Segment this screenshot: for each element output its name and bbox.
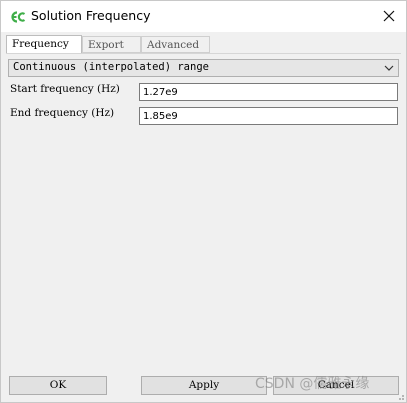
end-frequency-label: End frequency (Hz) bbox=[10, 107, 115, 119]
cancel-button[interactable]: Cancel bbox=[273, 376, 399, 395]
title-bar[interactable]: Solution Frequency bbox=[1, 1, 406, 32]
tab-label: Frequency bbox=[12, 38, 69, 50]
solution-frequency-dialog: Solution Frequency Frequency Export Adva… bbox=[0, 0, 407, 403]
window-title: Solution Frequency bbox=[31, 8, 151, 23]
start-frequency-label: Start frequency (Hz) bbox=[10, 83, 120, 95]
tab-panel-divider bbox=[6, 53, 401, 54]
end-frequency-input[interactable] bbox=[139, 107, 398, 125]
ec-logo-icon bbox=[11, 11, 26, 23]
range-type-value: Continuous (interpolated) range bbox=[13, 61, 209, 73]
start-frequency-input[interactable] bbox=[139, 83, 398, 101]
ok-button[interactable]: OK bbox=[9, 376, 107, 395]
tab-export[interactable]: Export bbox=[82, 36, 141, 53]
chevron-down-icon bbox=[384, 65, 394, 71]
range-type-select[interactable]: Continuous (interpolated) range bbox=[8, 59, 399, 77]
tab-frequency[interactable]: Frequency bbox=[6, 35, 82, 54]
tab-advanced[interactable]: Advanced bbox=[141, 36, 210, 53]
tab-label: Advanced bbox=[147, 39, 200, 51]
resize-grip-icon[interactable] bbox=[395, 391, 405, 401]
apply-button[interactable]: Apply bbox=[141, 376, 267, 395]
close-icon[interactable] bbox=[378, 5, 400, 27]
dialog-content: Frequency Export Advanced Continuous (in… bbox=[1, 32, 406, 402]
tab-label: Export bbox=[88, 39, 124, 51]
